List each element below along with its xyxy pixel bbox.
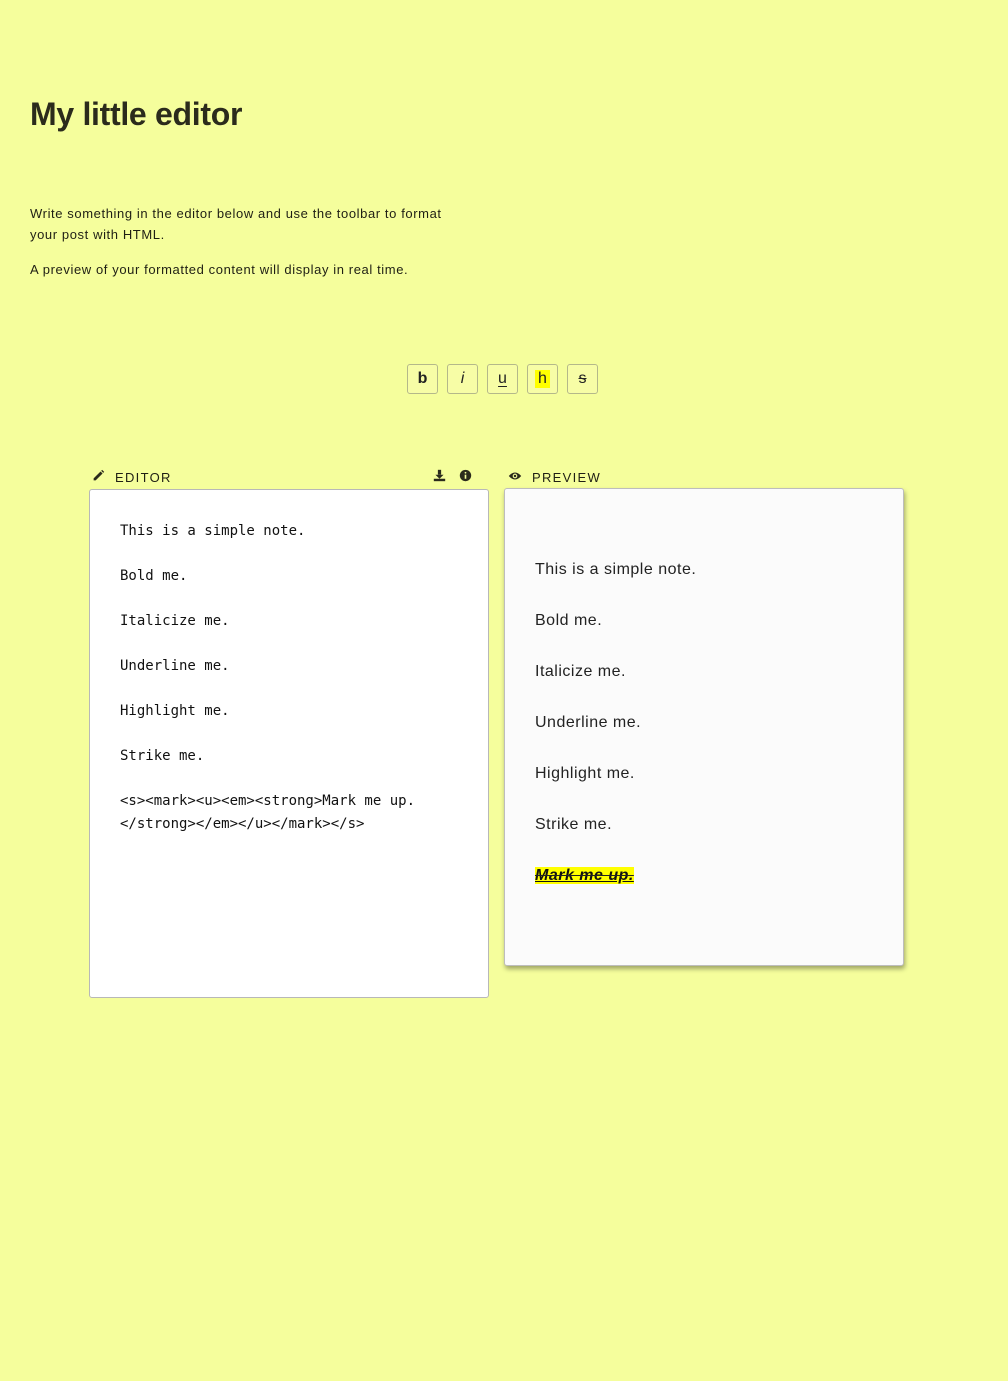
page-title: My little editor (30, 96, 243, 132)
preview-pane: This is a simple note. Bold me. Italiciz… (504, 488, 904, 966)
intro-text: Write something in the editor below and … (30, 203, 450, 294)
preview-line: Bold me. (535, 612, 603, 629)
preview-line: This is a simple note. (535, 561, 697, 578)
strikethrough-button[interactable]: s (567, 364, 598, 394)
preview-line: Highlight me. (535, 765, 635, 782)
underline-button[interactable]: u (487, 364, 518, 394)
editor-line: Underline me. (120, 658, 230, 674)
highlight-button-label: h (535, 370, 550, 388)
editor-line: Highlight me. (120, 703, 230, 719)
info-icon[interactable] (459, 469, 472, 485)
format-toolbar: b i u h s (407, 364, 598, 394)
pencil-icon (92, 469, 105, 485)
preview-line: Underline me. (535, 714, 642, 731)
intro-paragraph: Write something in the editor below and … (30, 206, 442, 242)
underline-button-label: u (498, 370, 507, 387)
strikethrough-button-label: s (578, 370, 587, 387)
bold-button[interactable]: b (407, 364, 438, 394)
preview-label: PREVIEW (532, 469, 602, 485)
download-icon[interactable] (433, 469, 446, 485)
editor-header: EDITOR (92, 468, 472, 486)
editor-actions (433, 469, 472, 485)
editor-line: This is a simple note. (120, 523, 306, 539)
preview-line: Italicize me. (535, 663, 626, 680)
editor-line: Italicize me. (120, 613, 230, 629)
italic-button-label: i (460, 370, 465, 387)
highlight-button[interactable]: h (527, 364, 558, 394)
editor-line: Bold me. (120, 568, 188, 584)
italic-button[interactable]: i (447, 364, 478, 394)
eye-icon (508, 470, 522, 485)
editor-label: EDITOR (115, 469, 172, 485)
editor-textarea[interactable]: This is a simple note. Bold me. Italiciz… (89, 489, 489, 998)
preview-line: Strike me. (535, 816, 613, 833)
preview-marked-line: Mark me up. (535, 867, 873, 885)
editor-line: Strike me. (120, 748, 205, 764)
intro-paragraph: A preview of your formatted content will… (30, 262, 409, 277)
preview-header: PREVIEW (508, 468, 888, 486)
marked-text: Mark me up. (535, 867, 634, 884)
bold-button-label: b (417, 370, 428, 387)
editor-line: <s><mark><u><em><strong>Mark me up.</str… (120, 793, 416, 832)
